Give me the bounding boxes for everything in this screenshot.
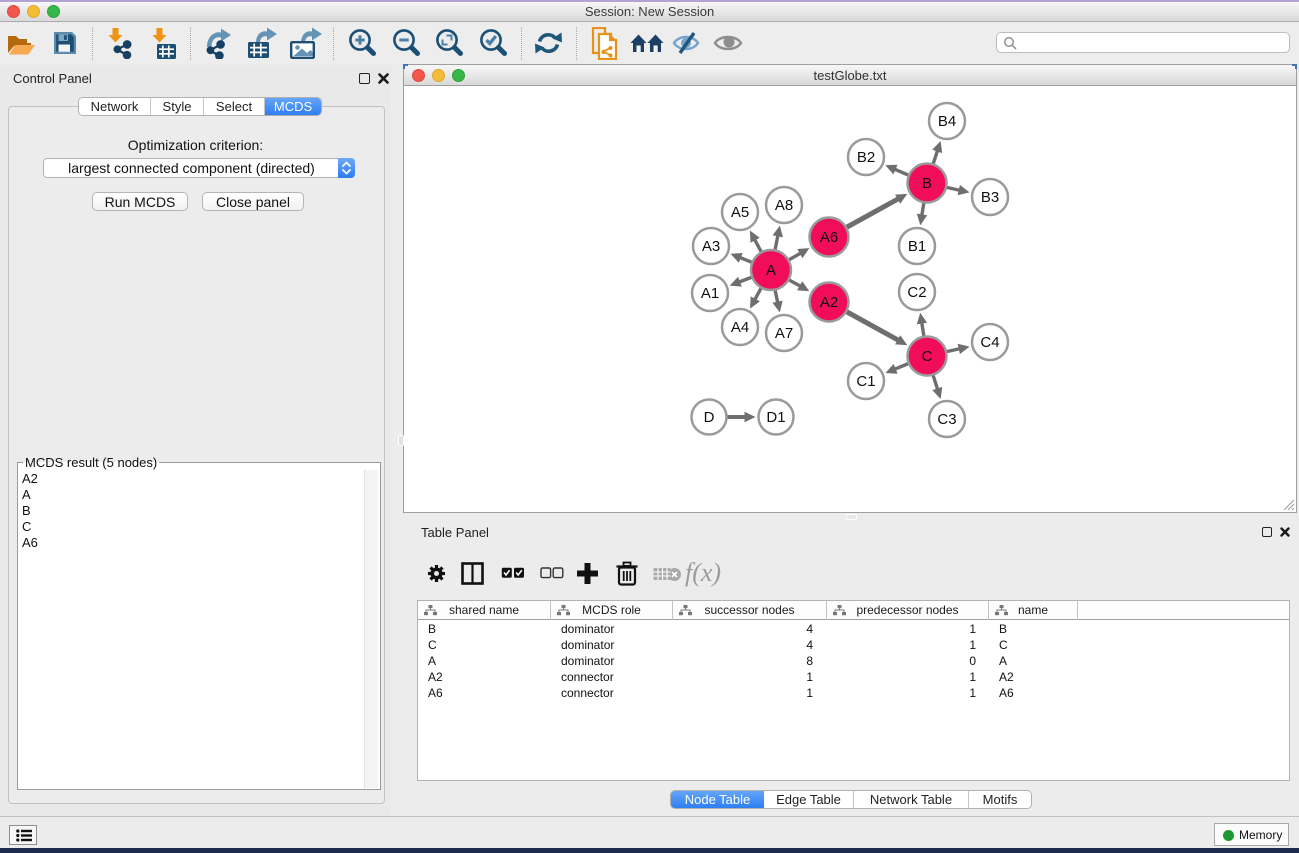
svg-text:A3: A3: [702, 238, 720, 255]
svg-text:D1: D1: [766, 409, 785, 426]
svg-text:C2: C2: [907, 284, 926, 301]
svg-text:A5: A5: [731, 204, 749, 221]
svg-text:A6: A6: [820, 229, 838, 246]
svg-text:A4: A4: [731, 319, 749, 336]
svg-text:C4: C4: [980, 334, 999, 351]
svg-text:D: D: [704, 409, 715, 426]
svg-text:C: C: [922, 348, 933, 365]
svg-text:A1: A1: [701, 285, 719, 302]
svg-text:C1: C1: [856, 373, 875, 390]
svg-text:A7: A7: [775, 325, 793, 342]
svg-text:A: A: [766, 262, 776, 279]
svg-text:B2: B2: [857, 149, 875, 166]
svg-text:A8: A8: [775, 197, 793, 214]
svg-text:B1: B1: [908, 238, 926, 255]
svg-text:B: B: [922, 175, 932, 192]
svg-text:C3: C3: [937, 411, 956, 428]
svg-text:B4: B4: [938, 113, 956, 130]
svg-text:B3: B3: [981, 189, 999, 206]
svg-text:A2: A2: [820, 294, 838, 311]
